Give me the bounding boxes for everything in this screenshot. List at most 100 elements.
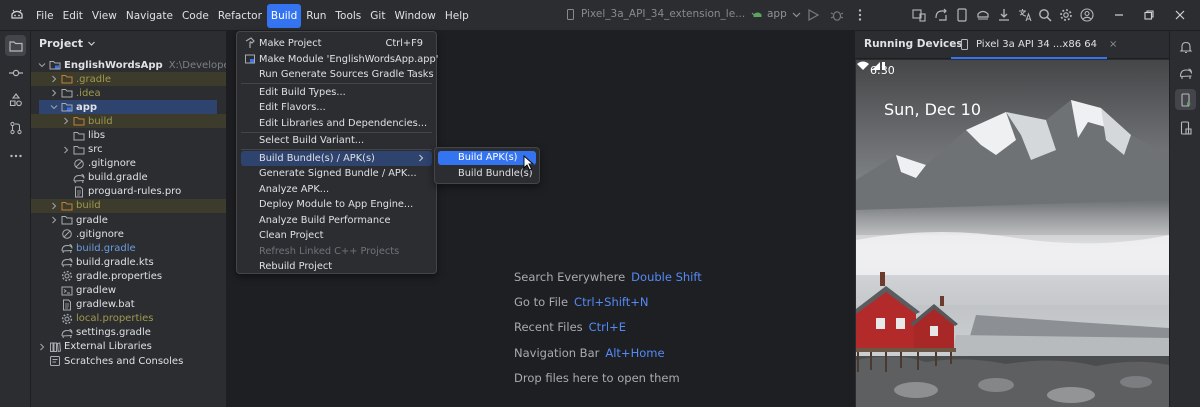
search-icon[interactable] bbox=[1038, 8, 1052, 22]
tree-item[interactable]: gradlew bbox=[31, 284, 226, 298]
device-mirroring-icon[interactable] bbox=[912, 8, 926, 22]
project-tool-button[interactable] bbox=[5, 35, 26, 56]
close-window-icon[interactable] bbox=[1174, 9, 1186, 21]
device-manager-icon[interactable] bbox=[955, 8, 969, 22]
android-studio-logo-icon[interactable] bbox=[10, 8, 24, 22]
menu-separator bbox=[241, 83, 432, 84]
debug-icon[interactable] bbox=[830, 8, 844, 22]
tree-item-label: build bbox=[76, 200, 101, 212]
tree-item[interactable]: settings.gradle bbox=[31, 326, 226, 340]
menu-item-rebuild-project[interactable]: Rebuild Project bbox=[241, 259, 432, 274]
battery-icon bbox=[882, 62, 885, 70]
device-file-explorer-button[interactable] bbox=[1175, 117, 1196, 138]
tree-item[interactable]: build.gradle bbox=[31, 241, 226, 255]
menu-file[interactable]: File bbox=[32, 4, 58, 28]
build-bundles-item[interactable]: Build Bundle(s) bbox=[438, 167, 536, 181]
emulator-screen[interactable]: 6:30 Sun, Dec 10 bbox=[856, 60, 1169, 407]
menu-item-make-module-englishwordsapp-app[interactable]: Make Module 'EnglishWordsApp.app' bbox=[241, 52, 438, 67]
menu-refactor[interactable]: Refactor bbox=[214, 4, 266, 28]
menu-item-edit-build-types[interactable]: Edit Build Types... bbox=[241, 85, 432, 100]
notifications-button[interactable] bbox=[1175, 36, 1196, 57]
menu-view[interactable]: View bbox=[88, 4, 121, 28]
menu-item-edit-libraries-and-dependencies[interactable]: Edit Libraries and Dependencies... bbox=[241, 116, 432, 131]
folder-icon bbox=[73, 145, 85, 155]
menu-item-deploy-module-to-app-engine[interactable]: Deploy Module to App Engine... bbox=[241, 197, 432, 212]
menu-code[interactable]: Code bbox=[178, 4, 213, 28]
module-folder-icon bbox=[61, 103, 73, 112]
tree-item[interactable]: app bbox=[39, 100, 217, 115]
menu-git[interactable]: Git bbox=[366, 4, 389, 28]
tree-item[interactable]: build bbox=[31, 114, 226, 129]
tree-item[interactable]: build.gradle.kts bbox=[31, 255, 226, 269]
translate-icon[interactable] bbox=[1018, 8, 1032, 22]
minimize-icon[interactable] bbox=[1113, 9, 1125, 21]
menu-edit[interactable]: Edit bbox=[59, 4, 87, 28]
more-actions-icon[interactable] bbox=[853, 8, 867, 22]
chevron-down-icon bbox=[792, 12, 801, 17]
commit-tool-button[interactable] bbox=[5, 62, 26, 83]
tree-item-label: gradlew bbox=[76, 285, 117, 297]
chevron-right-icon bbox=[419, 154, 424, 161]
folder-icon bbox=[8, 40, 23, 52]
menu-build[interactable]: Build bbox=[266, 3, 302, 28]
hint-text: Search Everywhere bbox=[514, 270, 626, 284]
close-tab-icon[interactable]: × bbox=[1109, 39, 1117, 50]
tree-item[interactable]: External Libraries bbox=[31, 340, 226, 354]
tree-item[interactable]: src bbox=[31, 143, 226, 157]
restore-window-icon[interactable] bbox=[1143, 9, 1155, 21]
sdk-manager-icon[interactable] bbox=[997, 8, 1011, 22]
tree-item[interactable]: libs bbox=[31, 128, 226, 142]
app-module-selector[interactable]: app bbox=[752, 8, 802, 20]
tree-item[interactable]: .gradle bbox=[31, 72, 226, 87]
run-configuration-selector[interactable]: Pixel_3a_API_34_extension_le... bbox=[565, 8, 761, 20]
tree-item[interactable]: build bbox=[31, 198, 226, 214]
commit-icon bbox=[8, 69, 23, 76]
menu-item-build-bundle-s-apk-s[interactable]: Build Bundle(s) / APK(s) bbox=[241, 150, 432, 166]
menu-help[interactable]: Help bbox=[441, 4, 473, 28]
gradle-tool-button[interactable] bbox=[1175, 62, 1196, 83]
menu-item-analyze-build-performance[interactable]: Analyze Build Performance bbox=[241, 213, 432, 228]
account-avatar-icon[interactable] bbox=[1080, 8, 1094, 22]
running-devices-tool-button[interactable] bbox=[1175, 89, 1196, 110]
run-icon[interactable] bbox=[806, 8, 820, 22]
menu-item-clean-project[interactable]: Clean Project bbox=[241, 228, 432, 243]
tree-item[interactable]: gradle.properties bbox=[31, 269, 226, 283]
menu-item-select-build-variant[interactable]: Select Build Variant... bbox=[241, 133, 432, 148]
tree-item-label: app bbox=[76, 101, 98, 113]
menu-item-generate-signed-bundle-apk[interactable]: Generate Signed Bundle / APK... bbox=[241, 166, 432, 181]
settings-gear-icon[interactable] bbox=[1059, 8, 1073, 22]
tree-item[interactable]: .gitignore bbox=[31, 157, 226, 171]
menu-window[interactable]: Window bbox=[390, 4, 439, 28]
tree-item[interactable]: Scratches and Consoles bbox=[31, 354, 226, 368]
more-tool-windows-button[interactable] bbox=[5, 145, 26, 166]
menu-item-make-project[interactable]: Make Project Ctrl+F9 bbox=[241, 36, 432, 51]
tree-item-label: libs bbox=[88, 130, 106, 142]
tree-item[interactable]: gradle bbox=[31, 213, 226, 227]
gradle-file-icon bbox=[73, 173, 85, 183]
tree-item[interactable]: build.gradle bbox=[31, 171, 226, 185]
libraries-icon bbox=[50, 342, 61, 353]
tree-item[interactable]: local.properties bbox=[31, 312, 226, 326]
menu-item-analyze-apk[interactable]: Analyze APK... bbox=[241, 182, 432, 197]
menu-tools[interactable]: Tools bbox=[331, 4, 365, 28]
chevron-right-icon bbox=[52, 202, 57, 210]
tree-item[interactable]: .gitignore bbox=[31, 227, 226, 241]
project-view-selector[interactable]: Project bbox=[39, 37, 96, 50]
tree-item[interactable]: .idea bbox=[31, 86, 226, 100]
gradle-file-icon bbox=[61, 328, 73, 338]
running-device-icon bbox=[1180, 92, 1191, 107]
pull-requests-button[interactable] bbox=[5, 117, 26, 138]
resource-manager-button[interactable] bbox=[5, 89, 26, 110]
tree-item[interactable]: gradlew.bat bbox=[31, 298, 226, 312]
tree-item-label: build.gradle bbox=[76, 242, 136, 254]
build-apks-item[interactable]: Build APK(s) bbox=[438, 151, 536, 165]
tree-item[interactable]: proguard-rules.pro bbox=[31, 185, 226, 199]
menu-navigate[interactable]: Navigate bbox=[122, 4, 177, 28]
logcat-icon[interactable] bbox=[976, 8, 990, 22]
tree-item[interactable]: EnglishWordsApp X:\Developer\Andr bbox=[31, 58, 226, 72]
menu-item-edit-flavors[interactable]: Edit Flavors... bbox=[241, 100, 432, 115]
sync-gradle-icon[interactable] bbox=[934, 8, 948, 22]
menu-run[interactable]: Run bbox=[302, 4, 330, 28]
device-tab-pixel-3a[interactable]: Pixel 3a API 34 ...x86 64 × bbox=[951, 31, 1117, 59]
menu-item-run-generate-sources-gradle-tasks[interactable]: Run Generate Sources Gradle Tasks bbox=[241, 67, 434, 82]
